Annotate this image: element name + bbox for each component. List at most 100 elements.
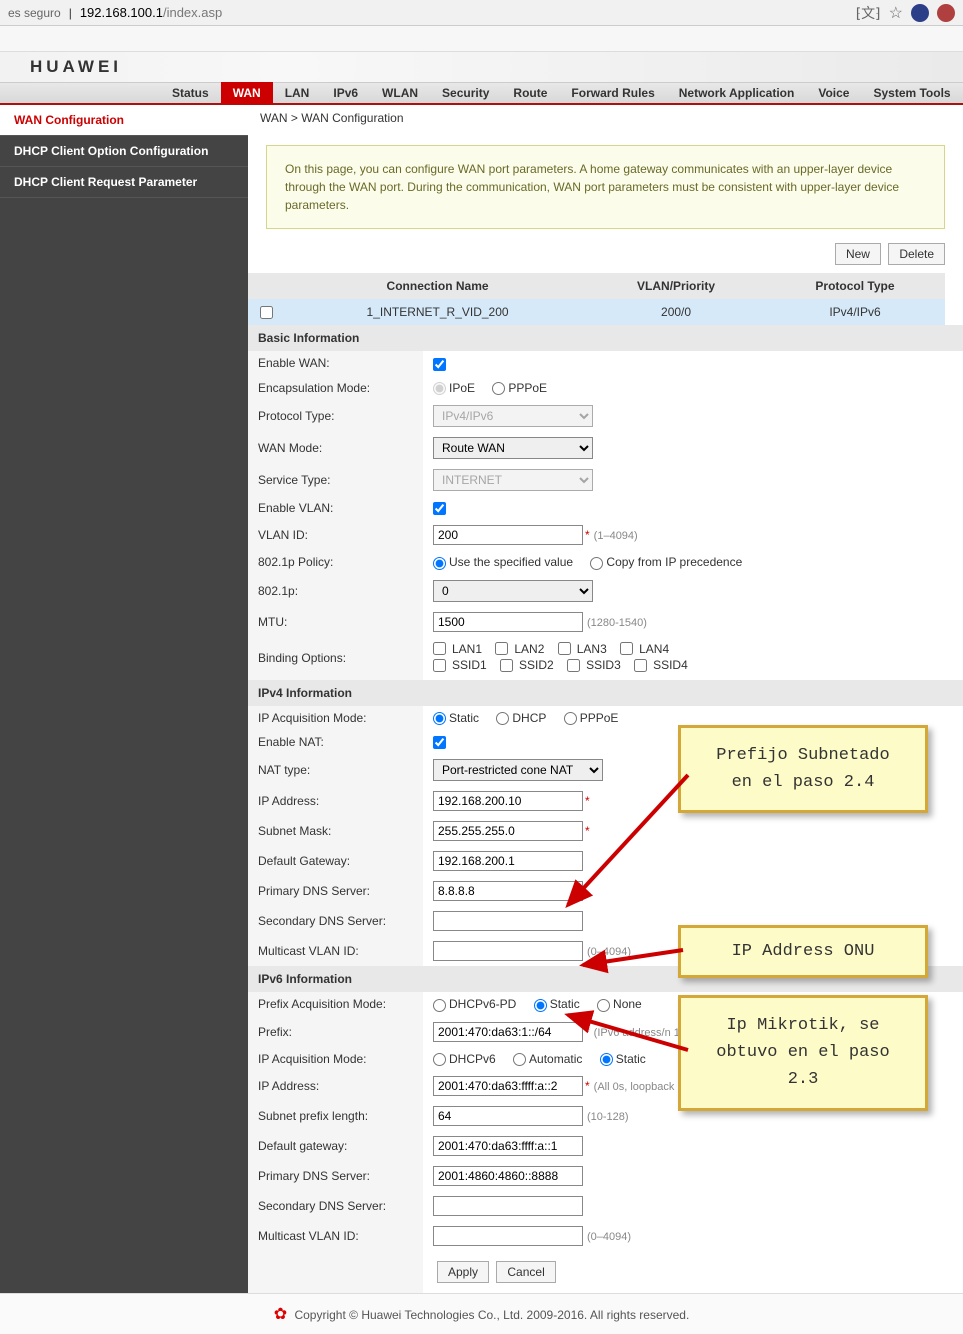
wan-mode-select[interactable]: Route WAN — [433, 437, 593, 459]
mvlan6-input[interactable] — [433, 1226, 583, 1246]
ip-address-input[interactable] — [433, 791, 583, 811]
ssid1-checkbox[interactable] — [433, 659, 446, 672]
label-pdns6: Primary DNS Server: — [248, 1161, 423, 1191]
sidebar-item-dhcp-request[interactable]: DHCP Client Request Parameter — [0, 167, 248, 198]
apply-button[interactable]: Apply — [437, 1261, 489, 1283]
lan4-checkbox[interactable] — [620, 642, 633, 655]
ipacq-dhcp-radio[interactable] — [496, 712, 509, 725]
pfxacq-none-radio[interactable] — [597, 999, 610, 1012]
gateway-input[interactable] — [433, 851, 583, 871]
callout-mikrotik: Ip Mikrotik, se obtuvo en el paso 2.3 — [678, 995, 928, 1111]
ssid4-checkbox[interactable] — [634, 659, 647, 672]
url[interactable]: 192.168.100.1/index.asp — [80, 5, 222, 20]
label-subnet: Subnet Mask: — [248, 816, 423, 846]
ssid2-checkbox[interactable] — [500, 659, 513, 672]
vlan-id-input[interactable] — [433, 525, 583, 545]
ip6acq-static-radio[interactable] — [600, 1053, 613, 1066]
ip6acq-dhcpv6-radio[interactable] — [433, 1053, 446, 1066]
policy-spec-radio[interactable] — [433, 557, 446, 570]
pdns6-input[interactable] — [433, 1166, 583, 1186]
tab-wlan[interactable]: WLAN — [370, 82, 430, 104]
subnet-input[interactable] — [433, 821, 583, 841]
tab-ipv6[interactable]: IPv6 — [321, 82, 370, 104]
label-mvlan: Multicast VLAN ID: — [248, 936, 423, 966]
ip6-address-input[interactable] — [433, 1076, 583, 1096]
label-gateway: Default Gateway: — [248, 846, 423, 876]
tab-security[interactable]: Security — [430, 82, 501, 104]
encap-ipoe-radio[interactable] — [433, 382, 446, 395]
ipacq-pppoe-radio[interactable] — [564, 712, 577, 725]
label-ip-acq: IP Acquisition Mode: — [248, 706, 423, 730]
label-8021p: 802.1p: — [248, 575, 423, 607]
translate-icon[interactable]: ⁅文⁆ — [856, 3, 881, 23]
ssid3-checkbox[interactable] — [567, 659, 580, 672]
label-protocol-type: Protocol Type: — [248, 400, 423, 432]
label-ip6-address: IP Address: — [248, 1071, 423, 1101]
label-gw6: Default gateway: — [248, 1131, 423, 1161]
tab-status[interactable]: Status — [160, 82, 221, 104]
delete-button[interactable]: Delete — [888, 243, 945, 265]
sidebar: WAN Configuration DHCP Client Option Con… — [0, 105, 248, 1293]
breadcrumb: WAN > WAN Configuration — [248, 105, 963, 131]
tab-voice[interactable]: Voice — [806, 82, 861, 104]
main-nav: Status WAN LAN IPv6 WLAN Security Route … — [0, 82, 963, 105]
sdns-input[interactable] — [433, 911, 583, 931]
label-vlan-id: VLAN ID: — [248, 520, 423, 550]
mvlan-input[interactable] — [433, 941, 583, 961]
encap-pppoe-radio[interactable] — [492, 382, 505, 395]
tab-system-tools[interactable]: System Tools — [861, 82, 962, 104]
tab-lan[interactable]: LAN — [273, 82, 322, 104]
label-sdns: Secondary DNS Server: — [248, 906, 423, 936]
col-connection-name: Connection Name — [288, 273, 587, 299]
8021p-select[interactable]: 0 — [433, 580, 593, 602]
extension-icon[interactable] — [911, 4, 929, 22]
tab-forward-rules[interactable]: Forward Rules — [559, 82, 666, 104]
security-status: es seguro — [8, 6, 61, 20]
label-nat-type: NAT type: — [248, 754, 423, 786]
label-service-type: Service Type: — [248, 464, 423, 496]
footer: ✿ Copyright © Huawei Technologies Co., L… — [0, 1293, 963, 1334]
pdns-input[interactable] — [433, 881, 583, 901]
new-button[interactable]: New — [835, 243, 881, 265]
enable-vlan-checkbox[interactable] — [433, 502, 446, 515]
lan1-checkbox[interactable] — [433, 642, 446, 655]
pfxacq-dhcpv6pd-radio[interactable] — [433, 999, 446, 1012]
enable-wan-checkbox[interactable] — [433, 358, 446, 371]
policy-copy-radio[interactable] — [590, 557, 603, 570]
gw6-input[interactable] — [433, 1136, 583, 1156]
extension-icon[interactable] — [937, 4, 955, 22]
huawei-logo-icon: ✿ — [274, 1306, 287, 1323]
prefix-input[interactable] — [433, 1022, 583, 1042]
cancel-button[interactable]: Cancel — [496, 1261, 555, 1283]
lan3-checkbox[interactable] — [558, 642, 571, 655]
col-protocol-type: Protocol Type — [765, 273, 945, 299]
callout-prefix: Prefijo Subnetado en el paso 2.4 — [678, 725, 928, 813]
browser-address-bar: es seguro | 192.168.100.1/index.asp ⁅文⁆ … — [0, 0, 963, 26]
label-pdns: Primary DNS Server: — [248, 876, 423, 906]
lan2-checkbox[interactable] — [495, 642, 508, 655]
content: WAN > WAN Configuration On this page, yo… — [248, 105, 963, 1293]
pfxacq-static-radio[interactable] — [534, 999, 547, 1012]
tab-wan[interactable]: WAN — [221, 82, 273, 104]
label-sdns6: Secondary DNS Server: — [248, 1191, 423, 1221]
star-icon[interactable]: ☆ — [889, 3, 903, 23]
sidebar-item-dhcp-option[interactable]: DHCP Client Option Configuration — [0, 136, 248, 167]
ipacq-static-radio[interactable] — [433, 712, 446, 725]
row-checkbox[interactable] — [260, 306, 273, 319]
connection-table: Connection Name VLAN/Priority Protocol T… — [248, 273, 945, 325]
mtu-input[interactable] — [433, 612, 583, 632]
enable-nat-checkbox[interactable] — [433, 736, 446, 749]
protocol-type-select[interactable]: IPv4/IPv6 — [433, 405, 593, 427]
connection-row[interactable]: 1_INTERNET_R_VID_200 200/0 IPv4/IPv6 — [248, 299, 945, 325]
subnet-prefix-input[interactable] — [433, 1106, 583, 1126]
label-binding: Binding Options: — [248, 637, 423, 680]
service-type-select[interactable]: INTERNET — [433, 469, 593, 491]
sidebar-item-wan-config[interactable]: WAN Configuration — [0, 105, 248, 136]
sdns6-input[interactable] — [433, 1196, 583, 1216]
nat-type-select[interactable]: Port-restricted cone NAT — [433, 759, 603, 781]
section-ipv4: IPv4 Information — [248, 680, 963, 706]
tab-network-application[interactable]: Network Application — [667, 82, 807, 104]
ip6acq-auto-radio[interactable] — [513, 1053, 526, 1066]
tab-route[interactable]: Route — [501, 82, 559, 104]
bookmarks-bar — [0, 26, 963, 52]
